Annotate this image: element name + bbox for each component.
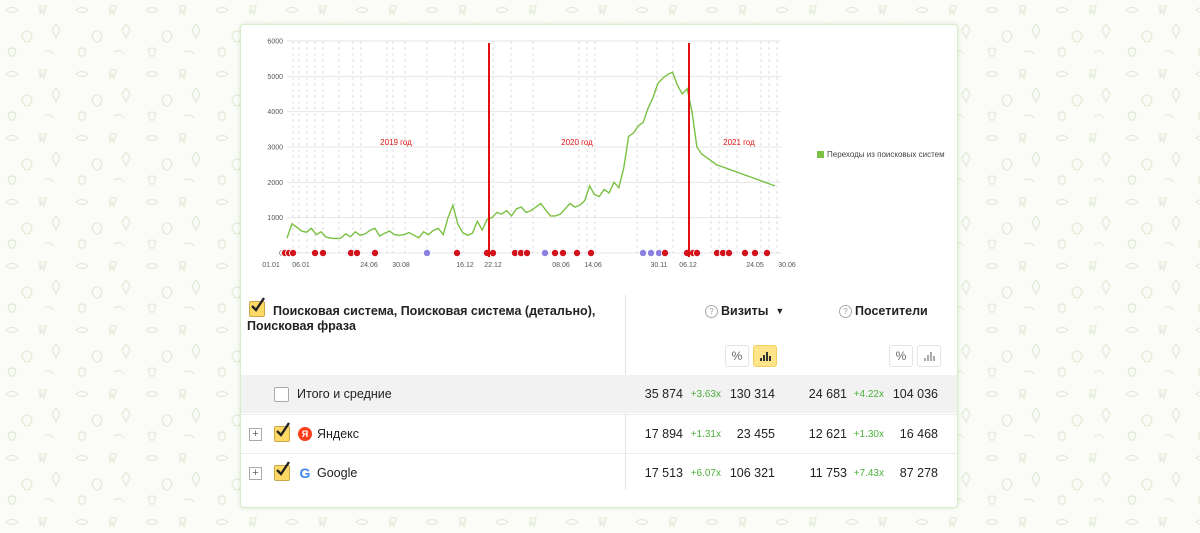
users-column-header[interactable]: ? Посетители xyxy=(839,304,928,318)
bar-chart-icon xyxy=(923,351,935,361)
percent-icon: % xyxy=(731,349,743,363)
sort-desc-icon[interactable]: ▼ xyxy=(775,306,784,316)
row-label[interactable]: Яндекс xyxy=(317,415,359,453)
x-tick-label: 30.06 xyxy=(778,262,796,269)
users-header-label: Посетители xyxy=(855,304,928,318)
total-users-growth: +4.22x xyxy=(853,388,884,400)
users-chart-toggle[interactable] xyxy=(917,345,941,367)
row-users-prev: 87 278 xyxy=(899,466,938,480)
total-visits-prev: 130 314 xyxy=(729,387,775,401)
visits-chart-toggle[interactable] xyxy=(753,345,777,367)
total-visits: 35 874 xyxy=(644,387,683,401)
google-icon: G xyxy=(299,465,311,481)
help-icon[interactable]: ? xyxy=(839,304,852,318)
expand-button[interactable]: + xyxy=(249,454,262,492)
row-visits: 17 513 xyxy=(644,466,683,480)
legend-swatch xyxy=(817,151,824,158)
event-marker-icon xyxy=(724,248,733,257)
row-users-growth: +7.43x xyxy=(853,467,884,479)
event-marker-icon xyxy=(638,248,647,257)
total-checkbox[interactable] xyxy=(274,375,289,413)
x-tick-label: 14.06 xyxy=(584,262,602,269)
help-icon[interactable]: ? xyxy=(705,304,718,318)
y-tick-label: 2000 xyxy=(267,180,283,187)
event-marker-icon xyxy=(311,248,320,257)
event-marker-icon xyxy=(660,248,669,257)
x-tick-label: 30.08 xyxy=(392,262,410,269)
x-tick-label: 22.12 xyxy=(484,262,502,269)
x-tick-label: 01.01 xyxy=(262,262,280,269)
y-tick-label: 3000 xyxy=(267,145,283,152)
x-tick-label: 24.05 xyxy=(746,262,764,269)
event-marker-icon xyxy=(452,248,461,257)
y-tick-label: 6000 xyxy=(267,39,283,46)
event-marker-icon xyxy=(572,248,581,257)
row-checkbox[interactable] xyxy=(274,415,290,453)
bar-chart-icon xyxy=(759,351,771,361)
event-marker-icon xyxy=(319,248,328,257)
row-visits-growth: +6.07x xyxy=(690,467,721,479)
expand-button[interactable]: + xyxy=(249,415,262,453)
event-marker-icon xyxy=(289,248,298,257)
series-line xyxy=(286,71,776,240)
percent-icon: % xyxy=(895,349,907,363)
visits-column-header[interactable]: ? Визиты ▼ xyxy=(705,304,784,318)
row-visits-prev: 23 455 xyxy=(736,427,775,441)
event-marker-icon xyxy=(558,248,567,257)
report-panel: 6000 5000 4000 3000 2000 1000 0 01.01 06.01 24.0… xyxy=(240,24,958,508)
event-marker-icon xyxy=(370,248,379,257)
x-tick-label: 06.12 xyxy=(679,262,697,269)
y-tick-label: 1000 xyxy=(267,215,283,222)
dimension-checkbox[interactable] xyxy=(249,297,265,317)
table-row-total: Итого и средние 35 874 +3.63x 130 314 24… xyxy=(241,375,957,413)
year-annotation: 2021 год xyxy=(723,138,755,147)
x-tick-label: 30.11 xyxy=(651,262,668,269)
row-visits-prev: 106 321 xyxy=(729,466,775,480)
row-visits: 17 894 xyxy=(644,427,683,441)
row-users: 12 621 xyxy=(808,427,847,441)
yandex-icon: Я xyxy=(298,415,312,453)
table-row[interactable]: + G Google 17 513 +6.07x 106 321 11 753 … xyxy=(241,453,957,492)
row-users: 11 753 xyxy=(809,466,847,480)
year-annotation: 2020 год xyxy=(561,138,593,147)
row-visits-growth: +1.31x xyxy=(690,428,721,440)
year-annotation: 2019 год xyxy=(380,138,412,147)
event-marker-icon xyxy=(540,248,549,257)
event-marker-icon xyxy=(422,248,431,257)
chart-legend[interactable]: Переходы из поисковых систем xyxy=(817,150,945,159)
table-row[interactable]: + Я Яндекс 17 894 +1.31x 23 455 12 621 +… xyxy=(241,414,957,453)
total-users-prev: 104 036 xyxy=(892,387,938,401)
event-marker-icon xyxy=(550,248,559,257)
event-marker-icon xyxy=(692,248,701,257)
visits-header-label: Визиты xyxy=(721,304,769,318)
row-users-prev: 16 468 xyxy=(899,427,938,441)
total-users: 24 681 xyxy=(808,387,847,401)
legend-label: Переходы из поисковых систем xyxy=(827,150,945,159)
total-visits-growth: +3.63x xyxy=(690,388,721,400)
x-tick-label: 24.06 xyxy=(360,262,378,269)
users-percent-toggle[interactable]: % xyxy=(889,345,913,367)
event-marker-icon xyxy=(353,248,362,257)
event-marker-icon xyxy=(522,248,531,257)
row-users-growth: +1.30x xyxy=(853,428,884,440)
x-tick-label: 16.12 xyxy=(456,262,474,269)
event-marker-icon xyxy=(740,248,749,257)
y-tick-label: 5000 xyxy=(267,74,283,81)
row-label[interactable]: Google xyxy=(317,454,357,492)
event-marker-icon xyxy=(488,248,497,257)
row-checkbox[interactable] xyxy=(274,454,290,492)
visits-percent-toggle[interactable]: % xyxy=(725,345,749,367)
y-tick-label: 4000 xyxy=(267,109,283,116)
total-label: Итого и средние xyxy=(297,387,392,401)
event-marker-icon xyxy=(763,248,772,257)
event-marker-icon xyxy=(586,248,595,257)
x-tick-label: 08.06 xyxy=(552,262,570,269)
x-tick-label: 06.01 xyxy=(292,262,310,269)
event-marker-icon xyxy=(646,248,655,257)
event-marker-icon xyxy=(750,248,759,257)
dimension-header[interactable]: Поисковая система, Поисковая система (де… xyxy=(247,304,617,334)
